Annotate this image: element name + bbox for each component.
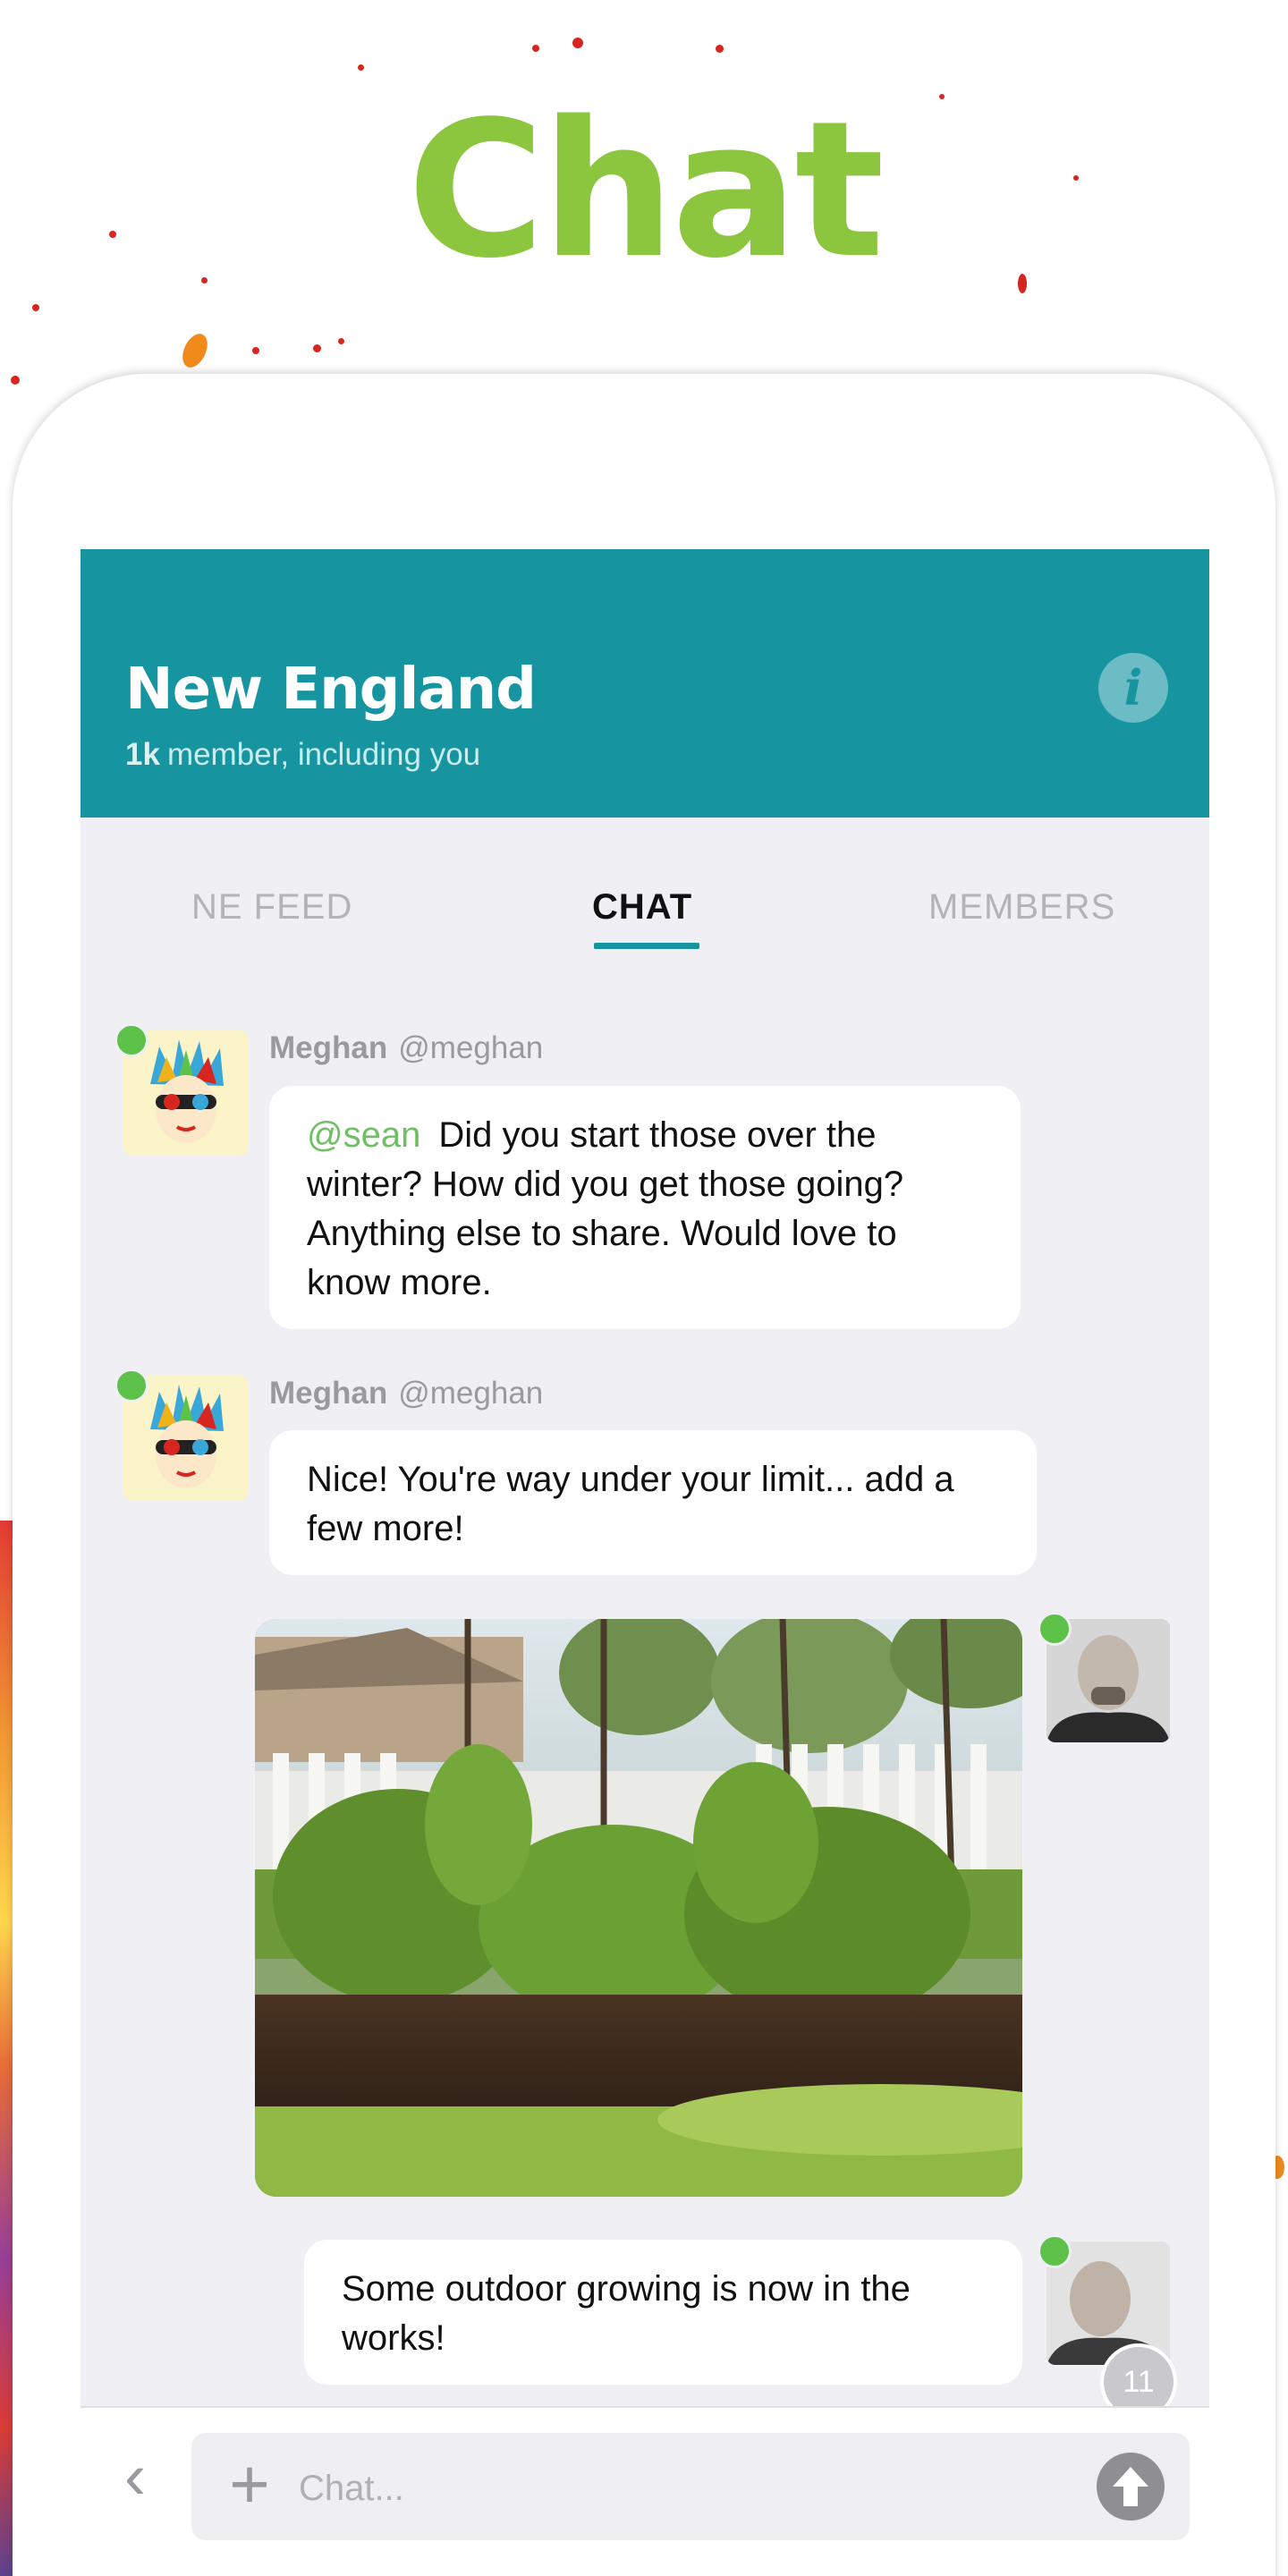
hero-title: Chat [407, 80, 885, 300]
garden-photo-image [255, 1619, 1022, 2197]
composer-bar: ‹ + Chat... [80, 2406, 1209, 2576]
sender-name: Meghan [269, 1376, 388, 1411]
tab-bar: NE FEED CHAT MEMBERS [80, 818, 1209, 961]
chevron-left-icon: ‹ [124, 2441, 146, 2512]
chat-screen: New England 1k member, including you i NE… [80, 549, 1209, 2576]
tab-ne-feed[interactable]: NE FEED [191, 887, 352, 928]
member-count: 1k [125, 737, 160, 772]
online-indicator [114, 1023, 148, 1057]
sender-handle: @meghan [398, 1376, 544, 1411]
info-icon: i [1123, 659, 1143, 716]
back-button[interactable]: ‹ [104, 2441, 166, 2512]
arrow-up-icon [1113, 2467, 1148, 2506]
group-header: New England 1k member, including you i [80, 549, 1209, 818]
chat-input-placeholder: Chat... [299, 2469, 404, 2508]
online-indicator [1038, 1612, 1072, 1646]
group-name: New England [125, 657, 537, 723]
plus-icon[interactable]: + [218, 2449, 281, 2519]
message-text: Some outdoor growing is now in the works… [342, 2269, 911, 2358]
member-count-line: 1k member, including you [125, 737, 480, 773]
tab-members[interactable]: MEMBERS [928, 887, 1115, 928]
message-bubble[interactable]: Nice! You're way under your limit... add… [269, 1430, 1037, 1575]
send-button[interactable] [1097, 2453, 1165, 2521]
online-indicator [1038, 2234, 1072, 2268]
member-text: member, including you [166, 737, 481, 772]
active-tab-indicator [594, 943, 699, 949]
sender-line: Meghan @meghan [269, 1376, 543, 1411]
chat-input[interactable]: + Chat... [191, 2433, 1190, 2540]
message-bubble[interactable]: Some outdoor growing is now in the works… [304, 2240, 1022, 2385]
message-text: Nice! You're way under your limit... add… [307, 1460, 954, 1548]
info-button[interactable]: i [1098, 653, 1168, 723]
sender-handle: @meghan [398, 1030, 544, 1065]
garden-photo[interactable] [255, 1619, 1022, 2197]
sender-name: Meghan [269, 1030, 388, 1065]
online-indicator [114, 1368, 148, 1402]
mention-link[interactable]: @sean [307, 1115, 420, 1155]
message-bubble[interactable]: @sean Did you start those over the winter… [269, 1086, 1021, 1329]
tab-chat[interactable]: CHAT [592, 887, 692, 928]
sender-line: Meghan @meghan [269, 1030, 543, 1066]
